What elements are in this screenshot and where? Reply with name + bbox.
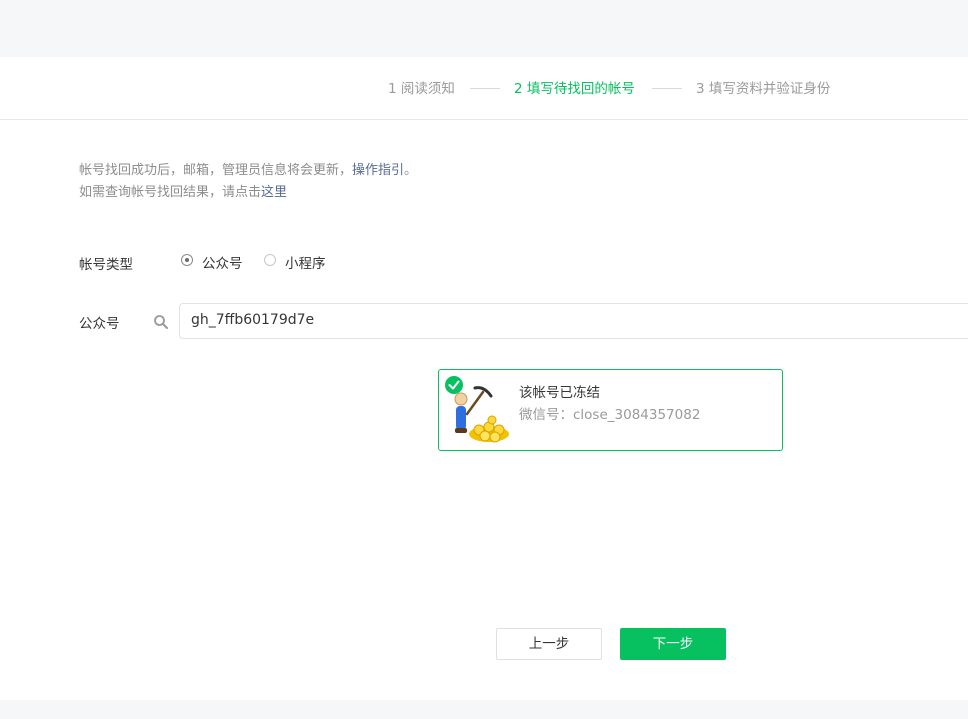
result-wechat-id: 微信号：close_3084357082 <box>519 407 701 423</box>
account-field-label: 公众号 <box>79 316 120 332</box>
notice-line-1-text: 帐号找回成功后，邮箱，管理员信息将会更新， <box>79 163 353 178</box>
account-type-label: 帐号类型 <box>79 257 133 273</box>
step-divider <box>652 88 682 89</box>
top-band <box>0 0 968 57</box>
next-step-button[interactable]: 下一步 <box>620 628 726 660</box>
search-icon <box>154 315 168 329</box>
radio-mini-program-label[interactable]: 小程序 <box>285 252 326 272</box>
step-divider <box>470 88 500 89</box>
account-search-input[interactable]: gh_7ffb60179d7e <box>179 303 968 339</box>
bottom-band <box>0 700 968 719</box>
main-card: 1 阅读须知 2 填写待找回的帐号 3 填写资料并验证身份 帐号找回成功后，邮箱… <box>0 57 968 700</box>
notice-line-1: 帐号找回成功后，邮箱，管理员信息将会更新，操作指引。 <box>79 160 417 182</box>
notice-line-2-text: 如需查询帐号找回结果，请点击 <box>79 185 262 200</box>
guide-link[interactable]: 操作指引 <box>352 163 404 178</box>
radio-official-account-label[interactable]: 公众号 <box>202 252 243 272</box>
step-1: 1 阅读须知 <box>388 81 455 97</box>
step-3: 3 填写资料并验证身份 <box>696 81 831 97</box>
notice-text: 帐号找回成功后，邮箱，管理员信息将会更新，操作指引。 如需查询帐号找回结果，请点… <box>79 160 417 204</box>
step-indicator: 1 阅读须知 2 填写待找回的帐号 3 填写资料并验证身份 <box>0 57 968 120</box>
result-status: 该帐号已冻结 <box>519 385 600 401</box>
notice-line-2: 如需查询帐号找回结果，请点击这里 <box>79 182 417 204</box>
notice-line-1-end: 。 <box>404 163 418 178</box>
account-input-value: gh_7ffb60179d7e <box>191 312 315 328</box>
query-result-link[interactable]: 这里 <box>261 185 287 200</box>
radio-mini-program[interactable] <box>264 254 276 266</box>
step-2-active: 2 填写待找回的帐号 <box>514 81 635 97</box>
account-avatar <box>445 376 509 443</box>
search-result-card[interactable]: 该帐号已冻结 微信号：close_3084357082 <box>438 369 783 451</box>
radio-official-account[interactable] <box>181 254 193 266</box>
prev-step-button[interactable]: 上一步 <box>496 628 602 660</box>
